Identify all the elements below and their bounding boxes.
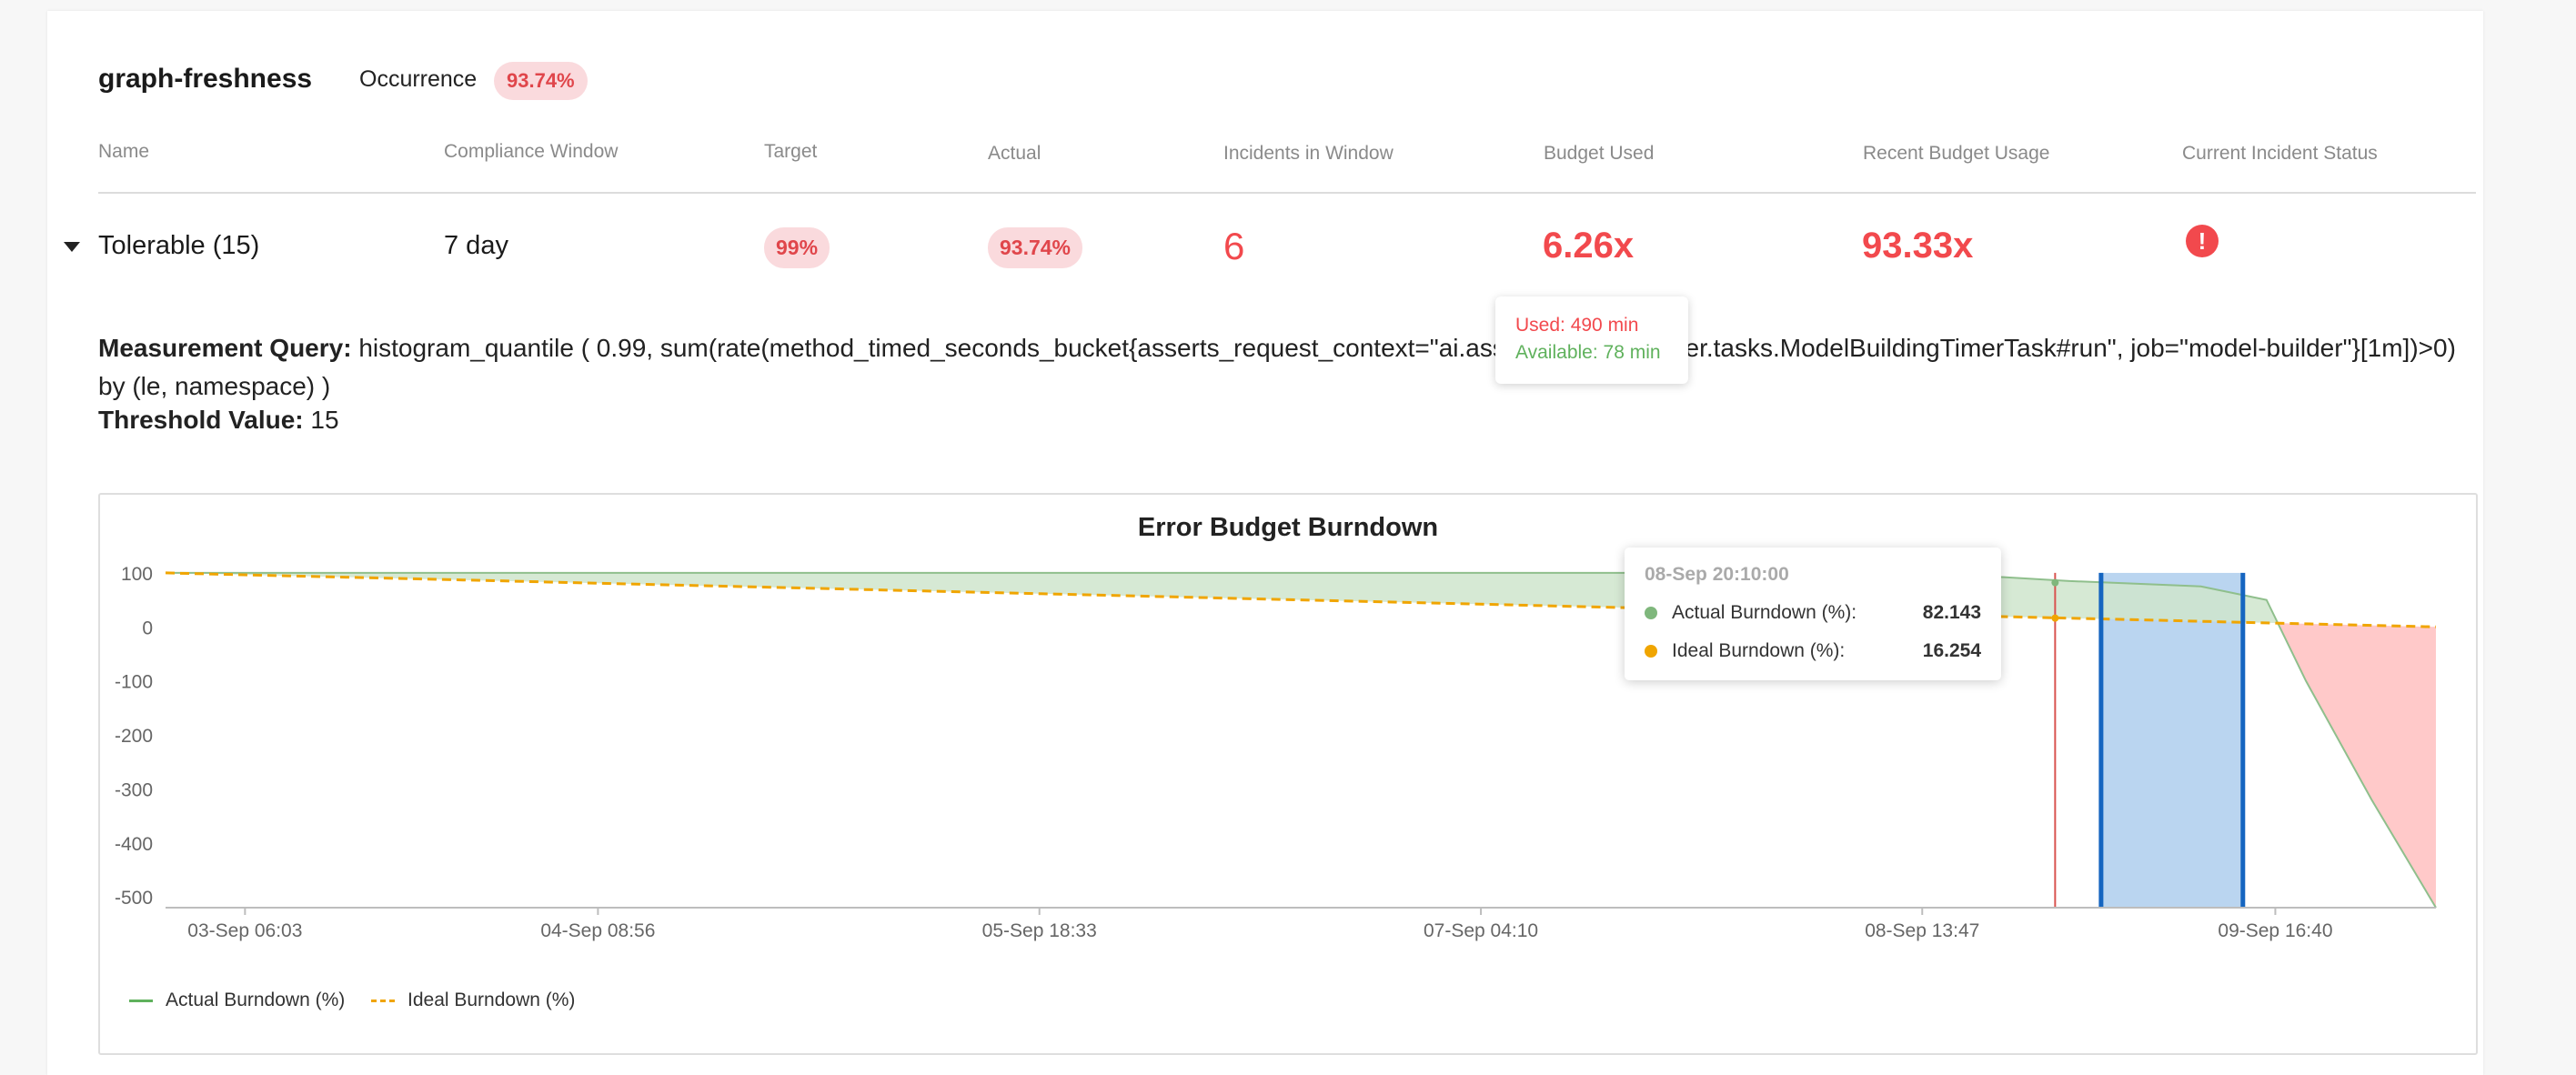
hover-point-actual (2051, 578, 2059, 587)
legend-actual-label: Actual Burndown (%) (166, 990, 346, 1010)
alert-icon[interactable]: ! (2186, 225, 2219, 257)
burndown-chart[interactable]: Error Budget Burndown 100 0 -100 -200 -300 -4… (98, 493, 2478, 1055)
occurrence-badge: 93.74% (494, 62, 588, 100)
budget-used-value[interactable]: 6.26x (1543, 226, 1634, 266)
col-header-actual[interactable]: Actual (988, 143, 1041, 165)
budget-available-minutes: Available: 78 min (1515, 342, 1661, 363)
budget-used-minutes: Used: 490 min (1515, 315, 1639, 336)
tooltip-actual-dot (1645, 607, 1657, 619)
row-name: Tolerable (15) (98, 231, 260, 260)
legend-ideal-swatch (371, 999, 395, 1002)
legend-actual-swatch (129, 999, 153, 1002)
x-tick-label-0: 03-Sep 06:03 (187, 920, 302, 941)
y-tick-label-3: -200 (115, 726, 153, 747)
y-tick-label-4: -300 (115, 779, 153, 800)
actual-area-below (2278, 623, 2436, 908)
threshold-value: 15 (310, 406, 339, 434)
tooltip-ideal-dot (1645, 645, 1657, 658)
recent-budget-usage-value: 93.33x (1862, 226, 1974, 266)
hover-point-ideal (2051, 614, 2059, 622)
col-header-name[interactable]: Name (98, 141, 149, 163)
x-tick-label-5: 09-Sep 16:40 (2218, 920, 2332, 941)
col-header-compliance-window[interactable]: Compliance Window (444, 141, 618, 163)
query-label: Measurement Query: (98, 334, 352, 362)
actual-burndown-line (166, 571, 2437, 909)
y-tick-label-6: -500 (115, 888, 153, 909)
x-tick-label-4: 08-Sep 13:47 (1865, 920, 1979, 941)
threshold-label: Threshold Value: (98, 406, 304, 434)
legend-actual[interactable]: Actual Burndown (%) (129, 990, 345, 1011)
col-header-incidents[interactable]: Incidents in Window (1223, 143, 1394, 165)
legend-ideal-label: Ideal Burndown (%) (408, 990, 576, 1010)
y-tick-label-0: 100 (121, 564, 153, 585)
incidents-count: 6 (1223, 225, 1245, 267)
tooltip-row-ideal: Ideal Burndown (%): 16.254 (1645, 640, 1981, 662)
threshold: Threshold Value: 15 (98, 406, 339, 435)
slo-name: graph-freshness (98, 64, 313, 94)
occurrence-label: Occurrence (359, 66, 478, 92)
y-tick-label-2: -100 (115, 672, 153, 693)
actual-badge: 93.74% (988, 227, 1083, 268)
y-tick-label-1: 0 (142, 618, 153, 638)
budget-tooltip: Used: 490 min Available: 78 min (1495, 296, 1688, 384)
header-divider (98, 192, 2476, 194)
x-tick-label-2: 05-Sep 18:33 (982, 920, 1097, 941)
chart-tooltip: 08-Sep 20:10:00 Actual Burndown (%): 82.… (1625, 548, 2001, 680)
query-text: histogram_quantile ( 0.99, sum(rate(meth… (98, 334, 2456, 400)
chart-plot[interactable]: 100 0 -100 -200 -300 -400 -500 03-Sep 06:03 04-S… (100, 495, 2476, 1053)
tooltip-date: 08-Sep 20:10:00 (1645, 564, 1789, 585)
tooltip-actual-value: 82.143 (1922, 602, 1981, 623)
x-tick-label-1: 04-Sep 08:56 (540, 920, 655, 941)
col-header-current-incident-status[interactable]: Current Incident Status (2182, 143, 2378, 165)
expand-caret-icon[interactable] (64, 242, 80, 252)
measurement-query: Measurement Query: histogram_quantile ( … (98, 329, 2481, 406)
target-badge: 99% (764, 227, 830, 268)
col-header-budget-used[interactable]: Budget Used (1544, 143, 1654, 165)
col-header-target[interactable]: Target (764, 141, 817, 163)
tooltip-row-actual: Actual Burndown (%): 82.143 (1645, 602, 1981, 624)
tooltip-ideal-value: 16.254 (1922, 640, 1981, 661)
tooltip-ideal-label: Ideal Burndown (%): (1672, 640, 1846, 661)
legend-ideal[interactable]: Ideal Burndown (%) (371, 990, 575, 1011)
x-tick-label-3: 07-Sep 04:10 (1424, 920, 1538, 941)
col-header-recent-budget-usage[interactable]: Recent Budget Usage (1863, 143, 2049, 165)
row-compliance-window: 7 day (444, 231, 508, 260)
tooltip-actual-label: Actual Burndown (%): (1672, 602, 1857, 623)
y-tick-label-5: -400 (115, 834, 153, 855)
